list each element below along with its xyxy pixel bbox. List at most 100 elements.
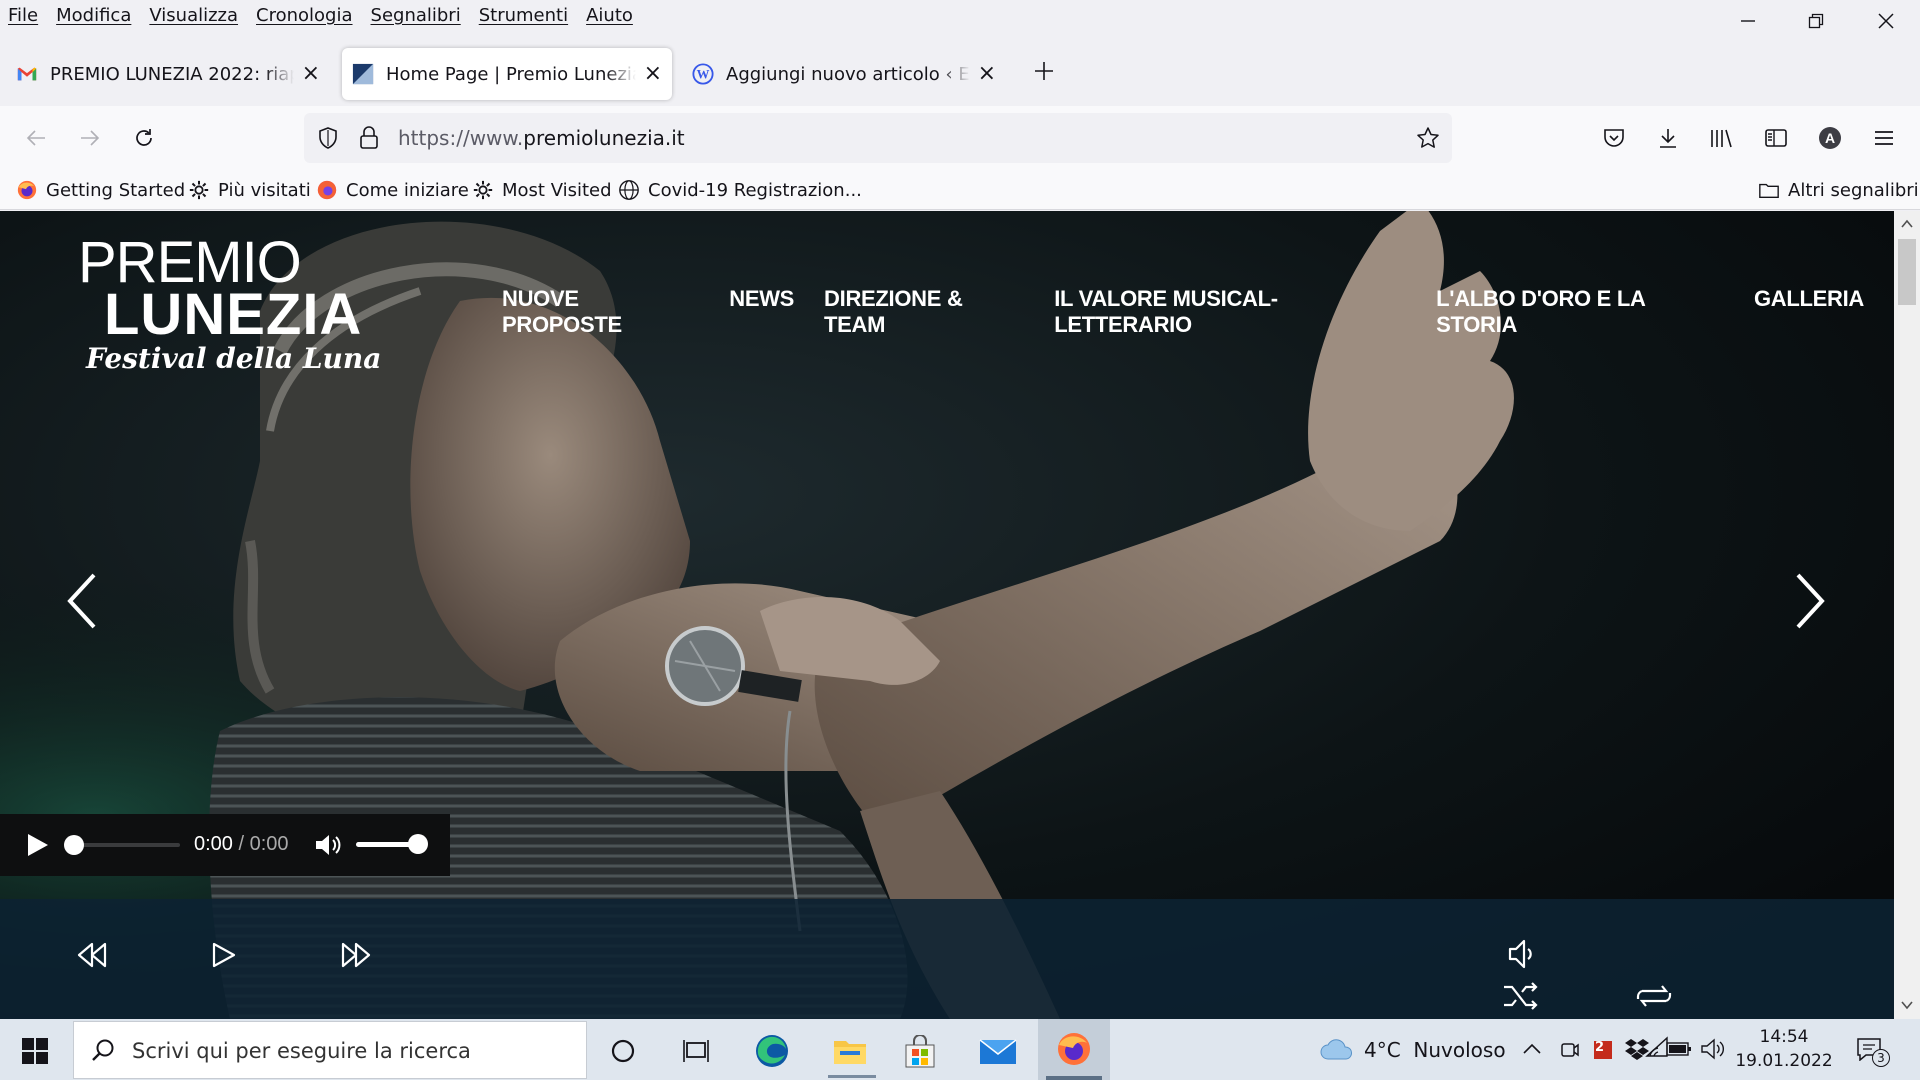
navigation-toolbar: https://www.premiolunezia.it A bbox=[0, 106, 1920, 170]
player-play-icon[interactable] bbox=[210, 941, 238, 969]
menu-bar: File Modifica Visualizza Cronologia Segn… bbox=[0, 0, 1920, 30]
plus-icon bbox=[1035, 62, 1053, 80]
microsoft-store-icon[interactable] bbox=[902, 1035, 938, 1069]
audio-seek-track[interactable] bbox=[72, 843, 180, 847]
bookmark-label: Most Visited bbox=[502, 179, 612, 201]
firefox-taskbar-icon bbox=[1058, 1033, 1090, 1065]
close-tab-icon[interactable]: × bbox=[978, 63, 996, 85]
audio-time: 0:00 / 0:00 bbox=[194, 833, 289, 856]
menu-modifica[interactable]: Modifica bbox=[56, 5, 131, 26]
file-explorer-button[interactable] bbox=[826, 1031, 878, 1078]
menu-cronologia[interactable]: Cronologia bbox=[256, 5, 352, 26]
windows-start-icon[interactable] bbox=[22, 1038, 48, 1064]
bookmark-piu-visitati[interactable]: Più visitati bbox=[188, 176, 311, 204]
menu-aiuto[interactable]: Aiuto bbox=[586, 5, 633, 26]
nav-news[interactable]: NEWS bbox=[729, 286, 794, 338]
volume-handle[interactable] bbox=[407, 834, 428, 854]
bookmark-label: Più visitati bbox=[218, 179, 311, 201]
repeat-icon[interactable] bbox=[1634, 981, 1674, 1011]
forward-button[interactable] bbox=[70, 118, 110, 158]
mail-icon[interactable] bbox=[978, 1036, 1018, 1068]
library-button[interactable] bbox=[1702, 118, 1742, 158]
url-bar[interactable]: https://www.premiolunezia.it bbox=[304, 113, 1452, 163]
reload-icon bbox=[136, 129, 152, 146]
weather-text[interactable]: 4°C Nuvoloso bbox=[1364, 1038, 1506, 1062]
sidebar-button[interactable] bbox=[1756, 118, 1796, 158]
tab-premio-lunezia[interactable]: Home Page | Premio Lunezia - F × bbox=[342, 48, 672, 100]
gear-icon bbox=[473, 180, 493, 200]
edge-icon[interactable] bbox=[752, 1033, 792, 1069]
battery-icon[interactable] bbox=[1666, 1039, 1692, 1059]
play-icon[interactable] bbox=[24, 832, 50, 858]
page-content: PREMIO LUNEZIA Festival della Luna NUOVE… bbox=[0, 211, 1894, 1019]
site-logo[interactable]: PREMIO LUNEZIA Festival della Luna bbox=[78, 234, 382, 377]
nav-albo-doro[interactable]: L'ALBO D'ORO E LA STORIA bbox=[1436, 286, 1724, 338]
mail-tray[interactable]: 2 bbox=[1592, 1037, 1616, 1063]
menu-segnalibri[interactable]: Segnalibri bbox=[371, 5, 461, 26]
bookmark-covid[interactable]: Covid-19 Registrazion... bbox=[618, 176, 862, 204]
globe-icon bbox=[619, 180, 639, 200]
audio-seek-handle[interactable] bbox=[64, 835, 84, 855]
minimize-button[interactable] bbox=[1718, 0, 1778, 42]
nav-galleria[interactable]: GALLERIA bbox=[1754, 286, 1864, 338]
sidebar-icon bbox=[1765, 129, 1787, 147]
url-text[interactable]: https://www.premiolunezia.it bbox=[398, 126, 685, 150]
tab-gmail[interactable]: PREMIO LUNEZIA 2022: riaperte × bbox=[6, 48, 330, 100]
bookmark-come-iniziare[interactable]: Come iniziare bbox=[316, 176, 469, 204]
app-menu-button[interactable] bbox=[1864, 118, 1904, 158]
cortana-icon[interactable] bbox=[610, 1038, 636, 1064]
cloud-weather-icon[interactable] bbox=[1318, 1037, 1356, 1063]
other-bookmarks[interactable]: Altri segnalibri bbox=[1758, 176, 1919, 204]
windows-taskbar: Scrivi qui per eseguire la ricerca 4°C N… bbox=[0, 1019, 1920, 1080]
chevron-up-icon[interactable] bbox=[1522, 1041, 1542, 1057]
gmail-icon bbox=[17, 67, 37, 81]
nav-valore-musical-letterario[interactable]: IL VALORE MUSICAL-LETTERARIO bbox=[1054, 286, 1406, 338]
arrow-right-icon bbox=[81, 130, 100, 146]
lock-icon[interactable] bbox=[358, 125, 380, 151]
scroll-down-icon[interactable] bbox=[1901, 1000, 1913, 1010]
wordpress-icon: W bbox=[692, 63, 714, 85]
shield-icon[interactable] bbox=[316, 126, 340, 150]
menu-visualizza[interactable]: Visualizza bbox=[149, 5, 238, 26]
pocket-icon bbox=[1604, 129, 1624, 147]
menu-file[interactable]: File bbox=[8, 5, 38, 26]
logo-line-festival: Festival della Luna bbox=[86, 342, 382, 375]
new-tab-button[interactable] bbox=[1030, 60, 1058, 88]
nav-nuove-proposte[interactable]: NUOVE PROPOSTE bbox=[502, 286, 699, 338]
close-tab-icon[interactable]: × bbox=[302, 63, 320, 85]
slider-prev-arrow[interactable] bbox=[62, 571, 102, 631]
task-view-icon[interactable] bbox=[682, 1038, 710, 1064]
tab-wordpress[interactable]: W Aggiungi nuovo articolo ‹ ETiCin × bbox=[682, 48, 1006, 100]
rewind-icon[interactable] bbox=[76, 941, 108, 969]
player-volume-icon[interactable] bbox=[1506, 937, 1540, 971]
volume-icon[interactable] bbox=[314, 832, 342, 858]
restore-button[interactable] bbox=[1786, 0, 1846, 42]
scroll-up-icon[interactable] bbox=[1901, 219, 1913, 229]
firefox-taskbar-button[interactable] bbox=[1038, 1019, 1110, 1080]
back-button[interactable] bbox=[16, 118, 56, 158]
arrow-left-icon bbox=[26, 130, 45, 146]
nav-direzione-team[interactable]: DIREZIONE & TEAM bbox=[824, 286, 1024, 338]
meet-now-icon[interactable] bbox=[1560, 1039, 1580, 1061]
reload-button[interactable] bbox=[124, 118, 164, 158]
speaker-icon[interactable] bbox=[1700, 1037, 1726, 1061]
account-button[interactable]: A bbox=[1810, 118, 1850, 158]
bookmark-label: Altri segnalibri bbox=[1788, 179, 1919, 201]
bookmark-getting-started[interactable]: Getting Started bbox=[16, 176, 185, 204]
fast-forward-icon[interactable] bbox=[340, 941, 372, 969]
downloads-button[interactable] bbox=[1648, 118, 1688, 158]
clock[interactable]: 14:54 19.01.2022 bbox=[1734, 1025, 1834, 1073]
pocket-button[interactable] bbox=[1594, 118, 1634, 158]
scrollbar-thumb[interactable] bbox=[1898, 239, 1916, 305]
slider-next-arrow[interactable] bbox=[1790, 571, 1830, 631]
shuffle-icon[interactable] bbox=[1502, 981, 1542, 1011]
page-scrollbar[interactable] bbox=[1894, 211, 1920, 1019]
bookmark-label: Getting Started bbox=[46, 179, 186, 201]
close-window-button[interactable] bbox=[1856, 0, 1916, 42]
star-bookmark-icon[interactable] bbox=[1416, 126, 1440, 150]
menu-strumenti[interactable]: Strumenti bbox=[479, 5, 568, 26]
taskbar-search-box[interactable]: Scrivi qui per eseguire la ricerca bbox=[73, 1021, 587, 1079]
close-tab-icon[interactable]: × bbox=[644, 63, 662, 85]
action-center-button[interactable]: 3 bbox=[1852, 1033, 1892, 1069]
bookmark-most-visited[interactable]: Most Visited bbox=[472, 176, 612, 204]
